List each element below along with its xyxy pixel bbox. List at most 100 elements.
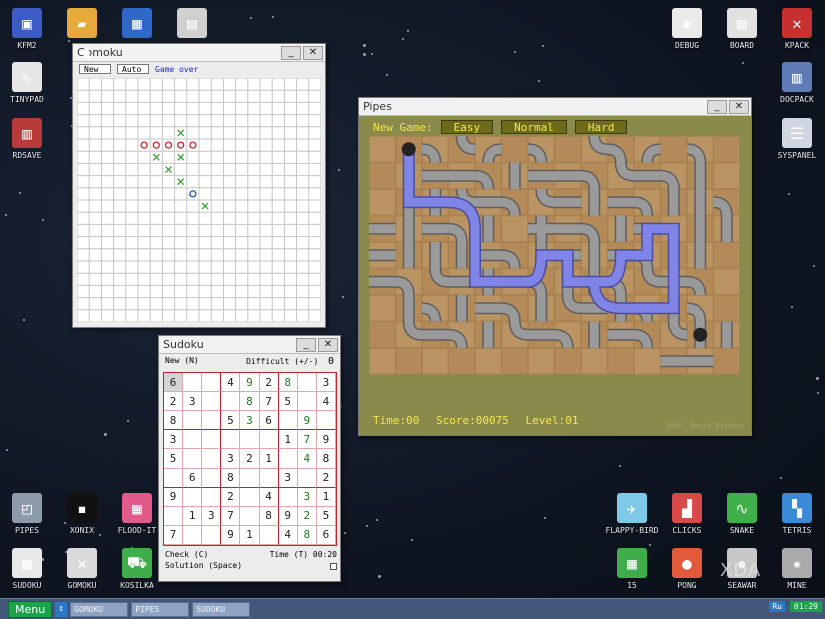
sudoku-cell[interactable]: 4 [297,449,317,469]
sudoku-cell[interactable]: 6 [183,468,203,488]
pipe-tile[interactable] [369,295,396,322]
sudoku-cell[interactable] [183,487,203,507]
sudoku-cell[interactable]: 4 [316,392,336,412]
pipe-tile[interactable] [554,348,581,375]
pipe-tile[interactable] [581,348,608,375]
sudoku-cell[interactable] [259,468,279,488]
sudoku-cell[interactable] [316,411,336,431]
sudoku-cell[interactable] [297,373,317,393]
sudoku-cell[interactable]: 4 [278,525,298,545]
sudoku-cell[interactable]: 1 [183,506,203,526]
sudoku-cell[interactable]: 3 [183,392,203,412]
language-indicator[interactable]: Ru [769,601,785,612]
new-sudoku-button[interactable]: New (N) [165,356,199,368]
sudoku-cell[interactable]: 3 [202,506,222,526]
sudoku-cell[interactable] [183,430,203,450]
sudoku-cell[interactable]: 5 [164,449,184,469]
sudoku-cell[interactable] [240,430,260,450]
sudoku-cell[interactable] [202,525,222,545]
pipe-tile[interactable] [369,321,396,348]
sudoku-cell[interactable]: 1 [278,430,298,450]
sudoku-cell[interactable]: 3 [164,430,184,450]
pipe-tile[interactable] [713,136,740,163]
sudoku-cell[interactable] [278,449,298,469]
difficulty-control[interactable]: Difficult (+/-) 0 [246,356,334,368]
sudoku-grid[interactable]: 6492832387548536931795321486832924311378… [163,372,337,546]
sudoku-cell[interactable]: 9 [278,506,298,526]
pipe-tile[interactable] [501,215,528,242]
sudoku-cell[interactable] [183,373,203,393]
minimize-icon[interactable]: _ [281,45,301,60]
sudoku-cell[interactable]: 7 [259,392,279,412]
desktop-icon-calculator[interactable]: ▤ [156,8,228,41]
pipe-tile[interactable] [607,348,634,375]
desktop-icon-tinypad[interactable]: ✎ TINYPAD [0,62,63,104]
hard-button[interactable]: Hard [574,120,628,134]
sudoku-cell[interactable]: 2 [221,487,241,507]
sudoku-cell[interactable] [297,468,317,488]
gomoku-titlebar[interactable]: Gomoku _ ✕ [73,44,325,62]
pipe-tile[interactable] [475,348,502,375]
sudoku-cell[interactable]: 9 [164,487,184,507]
pipe-tile[interactable] [369,189,396,216]
sudoku-cell[interactable] [297,392,317,412]
normal-button[interactable]: Normal [501,120,567,134]
swap-icon[interactable]: ⇕ [55,601,68,617]
sudoku-cell[interactable]: 8 [259,506,279,526]
menu-button[interactable]: Menu [8,600,53,618]
sudoku-cell[interactable]: 9 [297,411,317,431]
gomoku-board[interactable] [77,78,321,322]
pipe-tile[interactable] [713,242,740,269]
pipe-tile[interactable] [422,348,449,375]
pipe-tile[interactable] [395,348,422,375]
time-toggle[interactable]: Time (T) 00:20 [270,550,337,561]
task-pipes[interactable]: PIPES [131,601,190,617]
sudoku-cell[interactable] [259,430,279,450]
sudoku-cell[interactable]: 2 [259,373,279,393]
solution-button[interactable]: Solution (Space) [165,561,242,572]
desktop-icon-tetris[interactable]: ▚ TETRIS [761,493,825,535]
sudoku-cell[interactable]: 7 [221,506,241,526]
sudoku-cell[interactable] [183,411,203,431]
sudoku-cell[interactable] [202,449,222,469]
pipe-tile[interactable] [501,136,528,163]
sudoku-cell[interactable]: 5 [316,506,336,526]
desktop-icon-mine[interactable]: ✷ MINE [761,548,825,590]
pipe-tile[interactable] [369,136,396,163]
sudoku-cell[interactable] [183,525,203,545]
auto-button[interactable]: Auto [117,64,149,74]
sudoku-cell[interactable]: 8 [316,449,336,469]
desktop-icon-kpack[interactable]: ✕ KPACK [761,8,825,50]
check-button[interactable]: Check (C) [165,550,208,561]
sudoku-cell[interactable]: 2 [316,468,336,488]
sudoku-cell[interactable]: 5 [278,392,298,412]
sudoku-cell[interactable] [278,411,298,431]
minimize-icon[interactable]: _ [707,99,727,114]
sudoku-cell[interactable]: 7 [164,525,184,545]
sudoku-cell[interactable] [202,392,222,412]
sudoku-cell[interactable]: 2 [240,449,260,469]
checkbox-icon[interactable] [330,563,337,570]
sudoku-cell[interactable]: 3 [278,468,298,488]
sudoku-cell[interactable]: 3 [297,487,317,507]
pipe-tile[interactable] [660,136,687,163]
sudoku-cell[interactable]: 1 [316,487,336,507]
sudoku-cell[interactable] [164,506,184,526]
sudoku-cell[interactable]: 5 [221,411,241,431]
close-icon[interactable]: ✕ [729,99,749,114]
pipe-tile[interactable] [713,162,740,189]
desktop-icon-docpack[interactable]: ▥ DOCPACK [761,62,825,104]
pipes-titlebar[interactable]: Pipes _ ✕ [359,98,751,116]
pipe-tile[interactable] [634,348,661,375]
pipe-tile[interactable] [528,348,555,375]
sudoku-cell[interactable]: 8 [297,525,317,545]
task-sudoku[interactable]: SUDOKU [192,601,251,617]
sudoku-cell[interactable]: 4 [259,487,279,507]
sudoku-cell[interactable]: 1 [259,449,279,469]
easy-button[interactable]: Easy [440,120,494,134]
sudoku-cell[interactable]: 3 [240,411,260,431]
sudoku-cell[interactable]: 9 [316,430,336,450]
desktop-icon-syspanel[interactable]: ☰ SYSPANEL [761,118,825,160]
sudoku-cell[interactable]: 6 [164,373,184,393]
desktop-icon-rdsave[interactable]: ▥ RDSAVE [0,118,63,160]
